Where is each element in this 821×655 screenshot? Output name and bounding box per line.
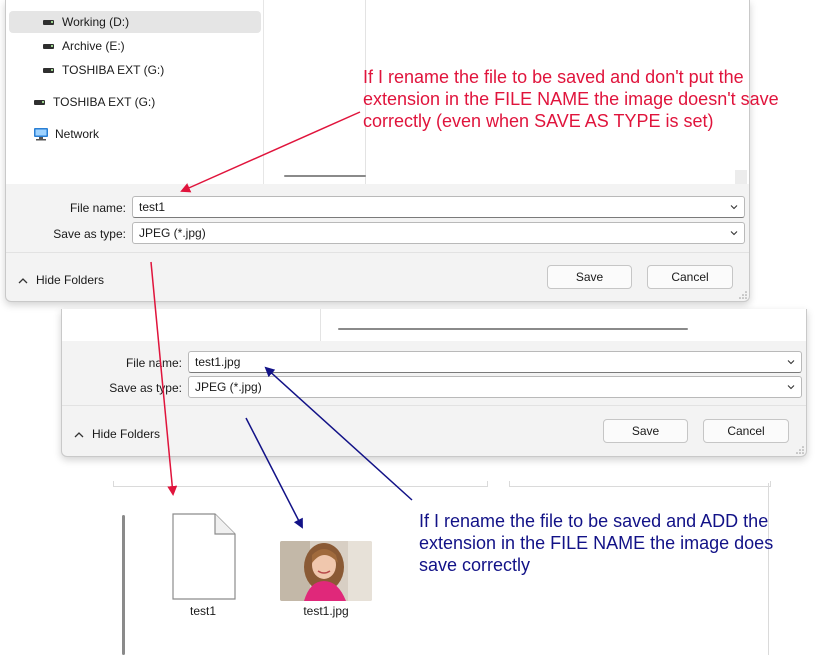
file-name-label: File name: [69,201,126,215]
drive-icon [43,67,54,73]
file-item-test1[interactable] [171,513,237,601]
file-name-caption: test1 [189,604,216,618]
save-button-label: Save [575,270,604,284]
column-header [113,481,488,487]
save-button[interactable]: Save [603,419,688,443]
file-item-test1-jpg[interactable] [280,541,372,601]
chevron-down-icon [730,231,738,236]
chevron-up-icon [74,431,84,437]
nav-item-label: Network [55,127,100,141]
file-name-input[interactable]: test1 [132,196,745,218]
hide-folders-toggle[interactable]: Hide Folders [18,273,104,287]
file-name-label: File name: [125,356,182,370]
chevron-up-icon [18,277,28,283]
chevron-down-icon[interactable] [787,358,795,366]
save-dialog-top: Working (D:) Archive (E:) TOSHIBA EXT (G… [5,0,750,302]
chevron-down-icon[interactable] [730,203,738,211]
cancel-button[interactable]: Cancel [647,265,733,289]
divider [6,252,749,253]
save-button[interactable]: Save [547,265,632,289]
save-button-label: Save [631,424,660,438]
save-type-select[interactable]: JPEG (*.jpg) [188,376,802,398]
horizontal-scrollbar[interactable] [338,328,688,330]
hide-folders-label: Hide Folders [92,427,161,441]
nav-item-label: TOSHIBA EXT (G:) [53,95,156,109]
column-header [509,481,771,487]
network-icon [34,128,48,141]
annotation-with-extension: If I rename the file to be saved and ADD… [419,511,774,575]
vertical-scrollbar[interactable] [122,515,125,655]
nav-item-label: TOSHIBA EXT (G:) [62,63,165,77]
nav-item-label: Working (D:) [62,15,130,29]
nav-item-network[interactable]: Network [9,123,261,145]
save-type-value: JPEG (*.jpg) [195,380,262,394]
nav-item-archive-e[interactable]: Archive (E:) [9,35,261,57]
horizontal-scrollbar[interactable] [284,175,366,177]
save-type-value: JPEG (*.jpg) [139,226,206,240]
file-name-input[interactable]: test1.jpg [188,351,802,373]
drive-icon [43,43,54,49]
save-dialog-bottom: File name: test1.jpg Save as type: JPEG … [61,309,807,457]
cancel-button[interactable]: Cancel [703,419,789,443]
nav-item-toshiba-g[interactable]: TOSHIBA EXT (G:) [9,59,261,81]
cancel-button-label: Cancel [671,270,709,284]
file-name-value: test1 [139,200,166,214]
annotation-no-extension: If I rename the file to be saved and don… [363,67,779,131]
save-type-label: Save as type: [109,381,182,395]
hide-folders-label: Hide Folders [36,273,105,287]
navigation-pane: Working (D:) Archive (E:) TOSHIBA EXT (G… [6,0,264,184]
resize-grip-icon[interactable] [796,446,804,454]
drive-icon [34,99,45,105]
blank-file-icon [172,513,236,600]
scroll-corner [735,170,747,184]
save-type-label: Save as type: [53,227,126,241]
folder-browser [62,309,806,341]
nav-item-label: Archive (E:) [62,39,125,53]
cancel-button-label: Cancel [727,424,765,438]
nav-item-working-d[interactable]: Working (D:) [9,11,261,33]
column-divider [320,309,321,341]
save-type-select[interactable]: JPEG (*.jpg) [132,222,745,244]
resize-grip-icon[interactable] [739,291,747,299]
divider [62,405,806,406]
file-name-value: test1.jpg [195,355,241,369]
hide-folders-toggle[interactable]: Hide Folders [74,427,160,441]
drive-icon [43,19,54,25]
image-thumbnail [280,541,372,601]
nav-item-toshiba-g-root[interactable]: TOSHIBA EXT (G:) [9,91,261,113]
chevron-down-icon [787,385,795,390]
file-name-caption: test1.jpg [303,604,349,618]
